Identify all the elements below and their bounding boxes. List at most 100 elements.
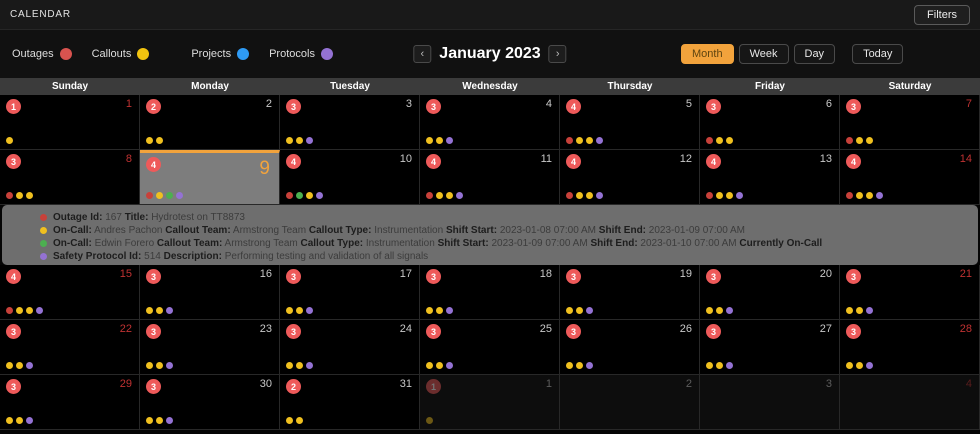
day-cell-next-4[interactable]: 4 <box>840 375 980 430</box>
popover-line: Safety Protocol Id: 514 Description: Per… <box>40 250 968 263</box>
event-dots <box>6 137 13 144</box>
yellow-event-dot <box>576 192 583 199</box>
day-cell-20[interactable]: 3 20 <box>700 265 840 320</box>
day-cell-1[interactable]: 11 <box>0 95 140 150</box>
day-cell-next-1[interactable]: 11 <box>420 375 560 430</box>
popover-text: On-Call: Edwin Forero Callout Team: Arms… <box>53 238 823 249</box>
event-dots <box>6 192 33 199</box>
today-button[interactable]: Today <box>852 44 904 64</box>
day-number: 23 <box>259 323 272 335</box>
legend-dot-callouts-icon <box>137 48 150 60</box>
day-cell-23[interactable]: 3 23 <box>140 320 280 375</box>
day-number: 11 <box>540 153 552 165</box>
event-dots <box>566 362 593 369</box>
yellow-event-dot <box>576 362 583 369</box>
yellow-event-dot <box>16 307 23 314</box>
legend-label-outages: Outages <box>12 48 54 60</box>
day-number: 5 <box>685 98 692 110</box>
event-count-badge: 3 <box>286 324 301 339</box>
purple-event-dot <box>26 417 33 424</box>
yellow-event-dot <box>26 192 33 199</box>
event-count-badge: 3 <box>706 269 721 284</box>
purple-event-dot <box>586 307 593 314</box>
day-header-tuesday: Tuesday <box>330 81 370 92</box>
day-cell-7[interactable]: 37 <box>840 95 980 150</box>
day-number: 24 <box>399 323 412 335</box>
popover-line: Outage Id: 167 Title: Hydrotest on TT887… <box>40 211 968 224</box>
day-cell-17[interactable]: 3 17 <box>280 265 420 320</box>
yellow-event-dot <box>296 417 303 424</box>
day-cell-9[interactable]: 49 <box>140 150 280 205</box>
red-event-dot <box>146 192 153 199</box>
yellow-event-dot <box>866 137 873 144</box>
day-cell-13[interactable]: 4 13 <box>700 150 840 205</box>
day-cell-27[interactable]: 3 27 <box>700 320 840 375</box>
view-button-month[interactable]: Month <box>681 44 734 64</box>
yellow-event-dot <box>436 307 443 314</box>
view-button-day[interactable]: Day <box>793 44 836 64</box>
red-event-dot <box>846 192 853 199</box>
day-number: 3 <box>825 378 832 390</box>
filters-button[interactable]: Filters <box>914 4 970 25</box>
event-count-badge: 2 <box>286 379 301 394</box>
legend-label-callouts: Callouts <box>91 48 132 60</box>
event-count-badge: 4 <box>286 154 301 169</box>
day-cell-29[interactable]: 3 29 <box>0 375 140 430</box>
day-cell-5[interactable]: 45 <box>560 95 700 150</box>
view-button-week[interactable]: Week <box>738 44 789 64</box>
event-dots <box>566 137 603 144</box>
day-cell-14[interactable]: 4 14 <box>840 150 980 205</box>
calendar-grid: Sunday Monday Tuesday Wednesday Thursday Frid… <box>0 78 980 430</box>
day-cell-next-2[interactable]: 2 <box>560 375 700 430</box>
week-row: 3 22 3 23 3 24 3 25 3 26 3 27 3 28 <box>0 320 980 375</box>
day-cell-30[interactable]: 3 30 <box>140 375 280 430</box>
purple-event-dot <box>726 362 733 369</box>
purple-event-dot <box>586 362 593 369</box>
purple-event-dot <box>446 137 453 144</box>
day-number: 16 <box>259 268 272 280</box>
day-cell-25[interactable]: 3 25 <box>420 320 560 375</box>
popover-text: On-Call: Andres Pachon Callout Team: Arm… <box>53 225 745 236</box>
day-cell-22[interactable]: 3 22 <box>0 320 140 375</box>
event-count-badge: 3 <box>426 269 441 284</box>
day-cell-6[interactable]: 36 <box>700 95 840 150</box>
legend-dot-projects-icon <box>237 48 250 60</box>
event-count-badge: 3 <box>566 269 581 284</box>
day-cell-21[interactable]: 3 21 <box>840 265 980 320</box>
day-cell-24[interactable]: 3 24 <box>280 320 420 375</box>
day-cell-15[interactable]: 4 15 <box>0 265 140 320</box>
day-cell-4[interactable]: 34 <box>420 95 560 150</box>
day-cell-11[interactable]: 4 11 <box>420 150 560 205</box>
day-cell-28[interactable]: 3 28 <box>840 320 980 375</box>
day-cell-31[interactable]: 2 31 <box>280 375 420 430</box>
day-number: 19 <box>679 268 692 280</box>
yellow-event-dot <box>156 192 163 199</box>
purple-event-dot <box>26 362 33 369</box>
event-count-badge: 3 <box>146 269 161 284</box>
day-cell-26[interactable]: 3 26 <box>560 320 700 375</box>
event-count-badge: 4 <box>566 154 581 169</box>
day-cell-18[interactable]: 3 18 <box>420 265 560 320</box>
prev-month-button[interactable]: ‹ <box>413 45 432 63</box>
day-cell-8[interactable]: 38 <box>0 150 140 205</box>
event-count-badge: 4 <box>846 154 861 169</box>
day-cell-12[interactable]: 4 12 <box>560 150 700 205</box>
week-row: 4 15 3 16 3 17 3 18 3 19 3 20 3 21 <box>0 265 980 320</box>
next-month-button[interactable]: › <box>548 45 567 63</box>
day-number: 7 <box>965 98 972 110</box>
yellow-event-dot <box>156 137 163 144</box>
month-title: January 2023 <box>439 45 541 62</box>
day-cell-19[interactable]: 3 19 <box>560 265 700 320</box>
day-cell-2[interactable]: 22 <box>140 95 280 150</box>
day-number: 29 <box>119 378 132 390</box>
event-dots <box>286 137 313 144</box>
yellow-event-dot <box>716 307 723 314</box>
event-count-badge: 3 <box>146 379 161 394</box>
yellow-event-dot <box>716 137 723 144</box>
day-cell-16[interactable]: 3 16 <box>140 265 280 320</box>
day-cell-3[interactable]: 33 <box>280 95 420 150</box>
day-cell-10[interactable]: 4 10 <box>280 150 420 205</box>
day-cell-next-3[interactable]: 3 <box>700 375 840 430</box>
day-number: 21 <box>959 268 972 280</box>
red-dot-icon <box>40 214 47 221</box>
